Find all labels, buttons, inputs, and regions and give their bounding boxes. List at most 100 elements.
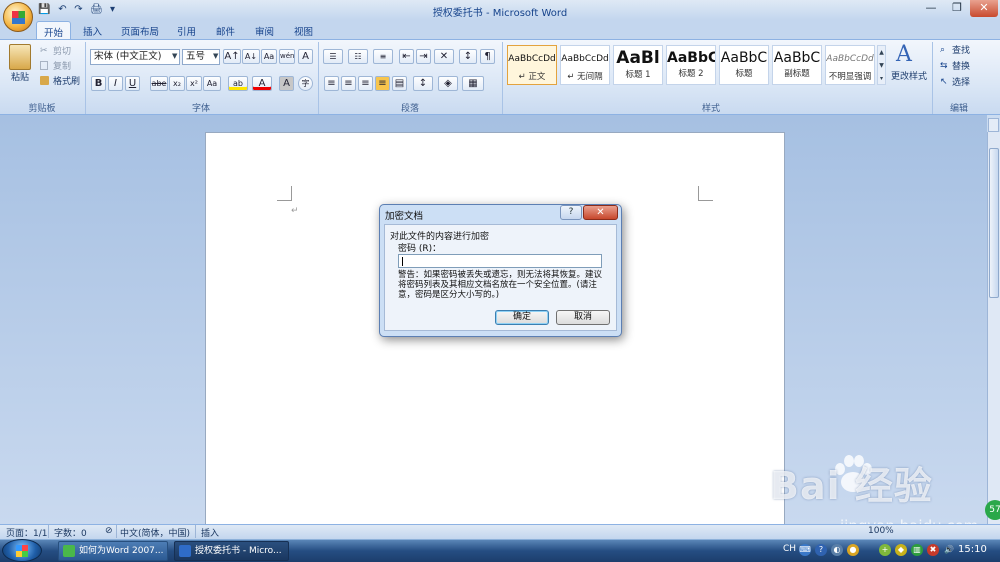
align-center-icon[interactable]: ≡ — [341, 76, 356, 91]
group-label-font: 字体 — [191, 104, 210, 114]
copy-icon — [40, 61, 48, 70]
save-icon[interactable]: 💾 — [38, 3, 51, 16]
taskbar-item-word[interactable]: 授权委托书 - Micro... — [174, 541, 289, 561]
style-heading-1[interactable]: AaBl 标题 1 — [613, 45, 663, 85]
style-subtle-emphasis[interactable]: AaBbCcDd 不明显强调 — [825, 45, 875, 85]
change-case-icon[interactable]: Aa — [203, 76, 221, 91]
enclose-char-icon[interactable]: 字 — [298, 76, 313, 91]
status-language[interactable]: 中文(简体，中国) — [120, 526, 190, 539]
group-label-clipboard: 剪贴板 — [28, 104, 56, 114]
phonetic-guide-icon[interactable]: wén — [279, 49, 295, 64]
network-icon[interactable]: ▥ — [911, 544, 923, 556]
status-insert-mode[interactable]: 插入 — [201, 526, 219, 539]
paste-button[interactable]: 粘贴 — [10, 70, 30, 86]
numbering-icon[interactable]: ☷ — [348, 49, 368, 64]
tab-mailings[interactable]: 邮件 — [209, 21, 242, 39]
char-border-icon[interactable]: A — [298, 49, 313, 64]
scrollbar-thumb[interactable] — [989, 148, 999, 298]
bullets-icon[interactable]: ☰ — [323, 49, 343, 64]
styles-scroll-icon[interactable]: ▲ ▼ ▾ — [877, 45, 886, 85]
group-label-paragraph: 段落 — [400, 104, 419, 114]
restore-button[interactable]: ❐ — [944, 0, 970, 17]
superscript-icon[interactable]: x² — [186, 76, 202, 91]
increase-indent-icon[interactable]: ⇥ — [416, 49, 431, 64]
group-separator — [932, 42, 933, 114]
shading-icon[interactable]: ◈ — [438, 76, 458, 91]
style-normal[interactable]: AaBbCcDd ↵ 正文 — [507, 45, 557, 85]
dialog-close-button[interactable]: ✕ — [583, 205, 618, 220]
close-button[interactable]: ✕ — [970, 0, 998, 17]
tab-references[interactable]: 引用 — [170, 21, 203, 39]
clear-format-icon[interactable]: Aa — [261, 49, 277, 64]
tab-home[interactable]: 开始 — [36, 21, 72, 39]
show-marks-icon[interactable]: ¶ — [480, 49, 495, 64]
align-left-icon[interactable]: ≡ — [324, 76, 339, 91]
paste-icon[interactable] — [9, 44, 31, 70]
status-separator — [116, 525, 117, 538]
justify-icon[interactable]: ≡ — [375, 76, 390, 91]
volume-icon[interactable]: 🔊 — [943, 544, 955, 556]
font-color-icon[interactable]: A — [252, 76, 272, 91]
tab-page-layout[interactable]: 页面布局 — [114, 21, 166, 39]
clock[interactable]: 15:10 — [958, 544, 987, 555]
strikethrough-icon[interactable]: abe — [150, 76, 168, 91]
minimize-button[interactable]: — — [918, 0, 944, 17]
subscript-icon[interactable]: x₂ — [169, 76, 185, 91]
language-indicator[interactable]: CH — [783, 544, 796, 554]
grow-font-icon[interactable]: A↑ — [223, 49, 241, 64]
sort-icon[interactable]: ↕ — [459, 49, 477, 64]
password-input[interactable] — [398, 254, 602, 268]
chevron-down-icon: ▼ — [172, 52, 178, 60]
help-tray-icon[interactable]: ? — [815, 544, 827, 556]
start-button[interactable] — [2, 539, 42, 562]
char-shading-icon[interactable]: A — [279, 76, 294, 91]
ok-button[interactable]: 确定 — [495, 310, 549, 325]
qat-customize-icon[interactable]: ▾ — [106, 3, 119, 16]
status-words[interactable]: 字数：0 — [54, 526, 87, 539]
undo-icon[interactable]: ↶ — [56, 3, 69, 16]
italic-icon[interactable]: I — [108, 76, 123, 91]
bold-icon[interactable]: B — [91, 76, 106, 91]
decrease-indent-icon[interactable]: ⇤ — [399, 49, 414, 64]
status-separator — [195, 525, 196, 538]
tab-review[interactable]: 审阅 — [248, 21, 281, 39]
style-name: 标题 1 — [625, 70, 651, 80]
security-tray-icon[interactable]: + — [879, 544, 891, 556]
style-title[interactable]: AaBbC 标题 — [719, 45, 769, 85]
align-right-icon[interactable]: ≡ — [358, 76, 373, 91]
tray-icon[interactable]: ● — [847, 544, 859, 556]
cancel-button[interactable]: 取消 — [556, 310, 610, 325]
style-sample: AaBbC — [720, 50, 768, 66]
highlight-icon[interactable]: ab — [228, 76, 248, 91]
multilevel-list-icon[interactable]: ≡ — [373, 49, 393, 64]
chinese-layout-icon[interactable]: ✕ — [434, 49, 454, 64]
tab-insert[interactable]: 插入 — [76, 21, 109, 39]
underline-icon[interactable]: U — [125, 76, 140, 91]
paragraph-mark: ↵ — [291, 206, 299, 216]
ime-icon[interactable]: ⌨ — [799, 544, 811, 556]
tray-icon[interactable]: ✖ — [927, 544, 939, 556]
tray-icon[interactable]: ◆ — [895, 544, 907, 556]
status-zoom[interactable]: 100% — [868, 526, 894, 536]
distributed-icon[interactable]: ▤ — [392, 76, 407, 91]
font-name-box[interactable]: 宋体 (中文正文) — [90, 49, 180, 65]
view-ruler-icon[interactable] — [988, 118, 999, 132]
office-button[interactable] — [3, 2, 33, 32]
status-page[interactable]: 页面：1/1 — [6, 526, 48, 539]
style-sample: AaBbCcDd — [826, 54, 874, 64]
watermark-badge: 57 — [985, 500, 1000, 520]
style-heading-2[interactable]: AaBbC 标题 2 — [666, 45, 716, 85]
taskbar-item-browser[interactable]: 如何为Word 2007... — [58, 541, 168, 561]
redo-icon[interactable]: ↷ — [72, 3, 85, 16]
change-styles-button[interactable]: 更改样式 — [890, 69, 928, 85]
style-subtitle[interactable]: AaBbC 副标题 — [772, 45, 822, 85]
style-no-spacing[interactable]: AaBbCcDd ↵ 无间隔 — [560, 45, 610, 85]
line-spacing-icon[interactable]: ↕ — [413, 76, 433, 91]
borders-icon[interactable]: ▦ — [462, 76, 484, 91]
tab-view[interactable]: 视图 — [287, 21, 320, 39]
proofing-icon[interactable]: ⊘ — [105, 526, 113, 536]
print-preview-icon[interactable]: 🖨 — [90, 3, 103, 16]
shrink-font-icon[interactable]: A↓ — [242, 49, 260, 64]
help-button[interactable]: ? — [560, 205, 582, 220]
tray-icon[interactable]: ◐ — [831, 544, 843, 556]
